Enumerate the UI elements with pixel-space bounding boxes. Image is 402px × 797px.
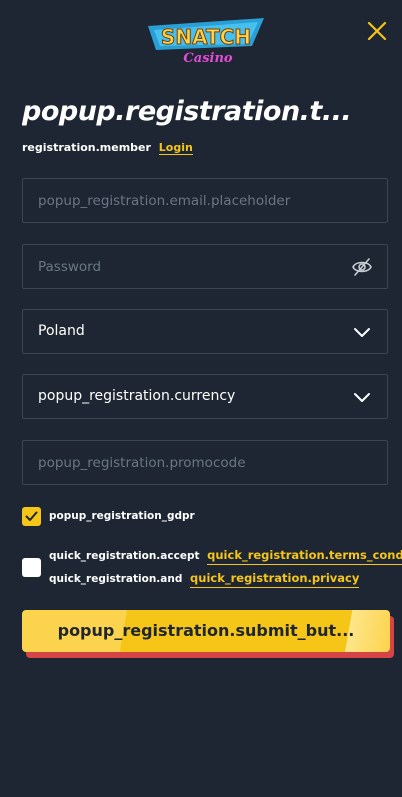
password-field-wrapper	[22, 244, 388, 289]
chevron-down-icon	[351, 388, 373, 408]
gdpr-checkbox[interactable]	[22, 507, 41, 526]
login-link[interactable]: Login	[158, 141, 193, 155]
submit-button[interactable]: popup_registration.submit_but...	[22, 610, 390, 652]
terms-line-2: quick_registration.and quick_registratio…	[49, 571, 360, 588]
check-icon	[25, 511, 38, 521]
email-field[interactable]	[38, 179, 338, 222]
member-text: registration.member	[22, 141, 151, 154]
country-value: Poland	[38, 323, 85, 339]
terms-accept-text: quick_registration.accept	[49, 550, 200, 562]
currency-select[interactable]: popup_registration.currency	[22, 374, 388, 419]
close-icon[interactable]	[366, 20, 388, 42]
eye-slash-icon[interactable]	[351, 257, 373, 277]
logo-text-casino: Casino	[183, 51, 232, 66]
member-line: registration.member Login	[22, 140, 193, 156]
terms-checkbox[interactable]	[22, 558, 41, 577]
country-select[interactable]: Poland	[22, 309, 388, 354]
terms-line-1: quick_registration.accept quick_registra…	[49, 548, 402, 565]
promocode-field[interactable]	[38, 441, 338, 484]
promocode-field-wrapper	[22, 440, 388, 485]
snatch-casino-logo: SNATCH Casino	[148, 16, 264, 72]
logo-text-snatch: SNATCH	[161, 25, 251, 49]
chevron-down-icon	[351, 323, 373, 343]
gdpr-label: popup_registration_gdpr	[49, 510, 195, 522]
terms-and-text: quick_registration.and	[49, 573, 183, 585]
terms-conditions-link[interactable]: quick_registration.terms_cond	[207, 548, 402, 565]
page-title: popup.registration.t...	[22, 96, 352, 127]
email-field-wrapper	[22, 178, 388, 223]
currency-value: popup_registration.currency	[38, 388, 236, 404]
password-field[interactable]	[38, 245, 338, 288]
privacy-policy-link[interactable]: quick_registration.privacy	[190, 571, 360, 588]
